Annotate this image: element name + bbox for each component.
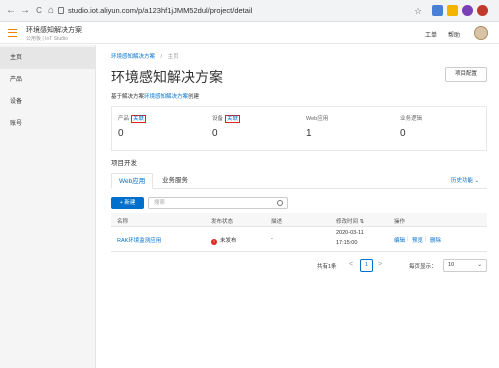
back-icon[interactable]: ← — [5, 5, 17, 17]
app-subtitle: 公用板 | IoT Studio — [26, 36, 68, 42]
column-header-name: 名称 — [117, 219, 129, 225]
section-title: 项目开发 — [111, 160, 137, 167]
reload-icon[interactable]: C — [33, 5, 45, 17]
page-title: 环境感知解决方案 — [111, 69, 223, 85]
search-input[interactable]: 搜索 — [148, 197, 288, 209]
breadcrumb-separator: / — [160, 54, 163, 60]
hamburger-menu-icon[interactable] — [8, 29, 17, 37]
description-cell: - — [271, 236, 273, 242]
stat-label: 设备 — [212, 116, 224, 122]
sidebar-item-devices[interactable]: 设备 — [0, 91, 96, 113]
app-header: 环境感知解决方案 公用板 | IoT Studio 工单 帮助 — [0, 22, 499, 44]
stat-value: 0 — [212, 128, 218, 139]
new-button[interactable]: + 新建 — [111, 197, 144, 209]
table-row: RAK环境监测应用 ! 未发布 - 2020-03-11 17:15:00 编辑 … — [111, 227, 487, 252]
per-page-select[interactable]: 10 ⌄ — [443, 259, 487, 272]
time-date: 2020-03-11 — [336, 230, 364, 236]
app-name-link[interactable]: RAK环境监测应用 — [117, 236, 161, 244]
link-devices-button[interactable]: 关联 — [225, 115, 241, 123]
column-header-status: 发布状态 — [211, 219, 234, 225]
pagination: 共有1条 < 1 > 每页显示： 10 ⌄ — [111, 259, 487, 273]
column-header-desc: 描述 — [271, 219, 283, 225]
solution-link[interactable]: 环境感知解决方案 — [144, 94, 188, 100]
per-page-value: 10 — [448, 262, 455, 268]
edit-link[interactable]: 编辑 — [394, 236, 405, 244]
per-page-label: 每页显示： — [409, 264, 437, 270]
page-number[interactable]: 1 — [360, 259, 373, 272]
warning-icon: ! — [211, 239, 217, 245]
home-icon[interactable]: ⌂ — [45, 5, 57, 17]
profile-icon[interactable] — [462, 5, 473, 16]
stat-value: 0 — [400, 128, 406, 139]
project-description: 基于解决方案环境感知解决方案创建 — [111, 92, 199, 100]
star-icon[interactable]: ☆ — [412, 5, 424, 17]
tab-web-apps[interactable]: Web应用 — [111, 173, 154, 189]
stat-web-apps: Web应用 1 — [306, 114, 400, 139]
status-text: 未发布 — [220, 238, 237, 244]
stat-devices: 设备 关联 0 — [212, 114, 306, 139]
address-bar[interactable]: studio.iot.aliyun.com/p/a123hf1jJMM52dul… — [58, 4, 388, 18]
stats-panel: 产品 关联 0 设备 关联 0 Web应用 1 业务逻辑 0 — [111, 106, 487, 151]
desc-prefix: 基于解决方案 — [111, 94, 145, 100]
help-link[interactable]: 帮助 — [448, 30, 460, 39]
stat-business-logic: 业务逻辑 0 — [400, 114, 494, 139]
extension-icon[interactable] — [432, 5, 443, 16]
chevron-down-icon: ⌄ — [477, 262, 482, 268]
total-count: 共有1条 — [317, 264, 337, 270]
breadcrumb-current: 主页 — [167, 54, 179, 60]
preview-link[interactable]: 预览 — [412, 236, 423, 244]
main-content: 环境感知解决方案 / 主页 环境感知解决方案 项目配置 基于解决方案环境感知解决… — [97, 45, 499, 368]
sidebar-item-products[interactable]: 产品 — [0, 69, 96, 91]
search-placeholder: 搜索 — [154, 200, 166, 206]
time-clock: 17:15:00 — [336, 240, 358, 246]
lock-icon — [58, 7, 64, 14]
history-label: 历史功能 — [451, 178, 474, 184]
sidebar: 主页 产品 设备 账号 — [0, 45, 96, 368]
delete-link[interactable]: 删除 — [430, 236, 441, 244]
prev-page-icon[interactable]: < — [349, 261, 353, 268]
sidebar-item-home[interactable]: 主页 — [0, 47, 96, 69]
divider: | — [425, 236, 427, 242]
link-products-button[interactable]: 关联 — [131, 115, 147, 123]
history-link[interactable]: 历史功能 ⌄ — [451, 176, 479, 184]
search-icon[interactable] — [277, 200, 283, 206]
tab-bar: Web应用 业务服务 历史功能 ⌄ — [111, 173, 487, 189]
stat-label: 业务逻辑 — [400, 116, 423, 122]
project-config-button[interactable]: 项目配置 — [445, 67, 487, 82]
forward-icon[interactable]: → — [19, 5, 31, 17]
column-header-time[interactable]: 修改时间 ⇅ — [336, 217, 364, 225]
menu-icon[interactable] — [477, 5, 488, 16]
app-title: 环境感知解决方案 — [26, 27, 82, 34]
stat-value: 0 — [118, 128, 124, 139]
desc-suffix: 创建 — [188, 94, 200, 100]
extension-icon[interactable] — [447, 5, 458, 16]
tab-business-services[interactable]: 业务服务 — [155, 173, 195, 189]
chevron-down-icon: ⌄ — [474, 178, 480, 184]
column-header-actions: 操作 — [394, 219, 406, 225]
stat-products: 产品 关联 0 — [118, 114, 212, 139]
breadcrumb: 环境感知解决方案 / 主页 — [111, 52, 179, 60]
stat-label: Web应用 — [306, 116, 329, 122]
table-header: 名称 发布状态 描述 修改时间 ⇅ 操作 — [111, 213, 487, 227]
stat-label: 产品 — [118, 116, 130, 122]
status-badge: ! 未发布 — [211, 236, 237, 245]
sidebar-item-accounts[interactable]: 账号 — [0, 113, 96, 135]
avatar[interactable] — [474, 26, 488, 40]
ticket-link[interactable]: 工单 — [425, 30, 437, 39]
breadcrumb-parent[interactable]: 环境感知解决方案 — [111, 54, 155, 60]
divider: | — [407, 236, 409, 242]
url-text: studio.iot.aliyun.com/p/a123hf1jJMM52dul… — [68, 6, 253, 15]
next-page-icon[interactable]: > — [378, 261, 382, 268]
browser-toolbar: ← → C ⌂ studio.iot.aliyun.com/p/a123hf1j… — [0, 0, 499, 22]
stat-value: 1 — [306, 128, 312, 139]
